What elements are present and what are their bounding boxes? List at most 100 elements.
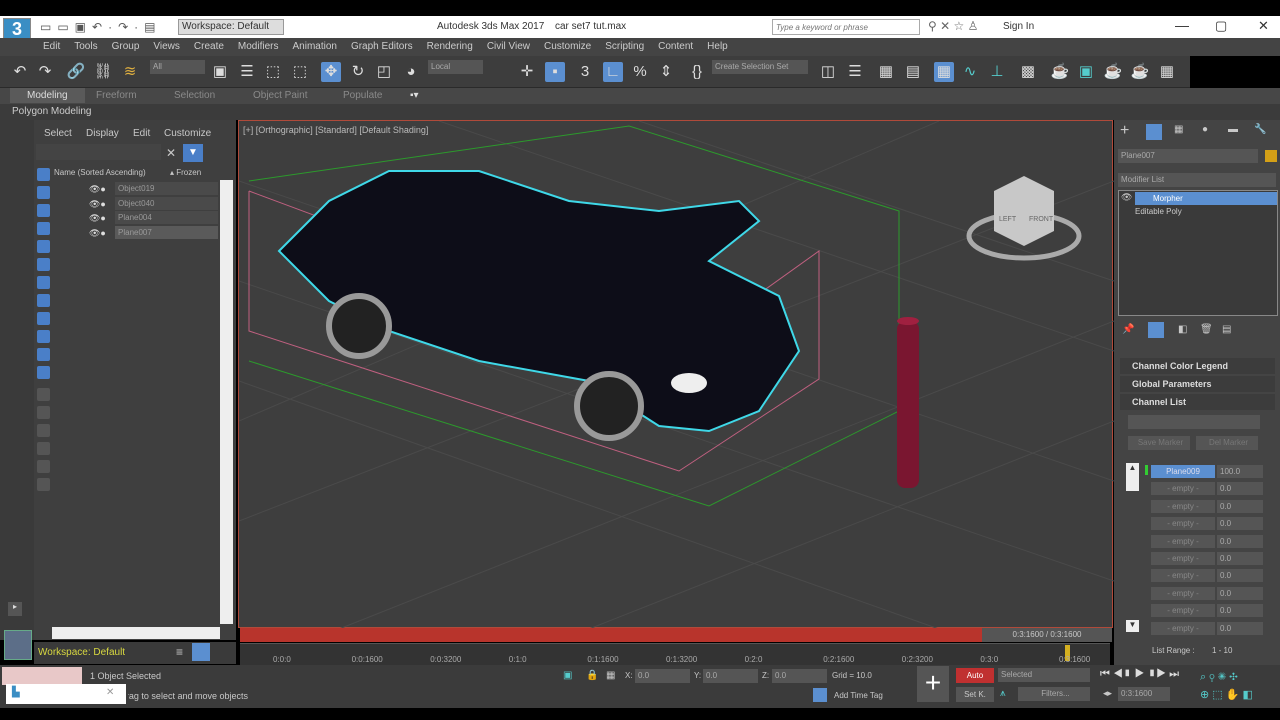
add-time-tag-button[interactable]: Add Time Tag (834, 691, 883, 700)
explorer-menu-display[interactable]: Display (86, 128, 119, 139)
material-editor-icon[interactable]: ▩ (1018, 62, 1038, 82)
select-by-name-icon[interactable]: ☰ (237, 62, 257, 82)
display-hidden-icon[interactable] (37, 366, 50, 379)
create-tab-icon[interactable]: + (1120, 122, 1129, 140)
maximize-button[interactable]: ▢ (1215, 18, 1227, 34)
panel-toggle-icon[interactable]: ▸ (8, 602, 22, 616)
curve-editor-icon[interactable]: ∿ (960, 62, 980, 82)
key-mode-icon[interactable]: ⩚ (1000, 688, 1006, 699)
popup-close-icon[interactable]: ✕ (106, 687, 114, 698)
explorer-horizontal-scrollbar[interactable] (52, 627, 220, 639)
reference-coord-dropdown[interactable]: Local (428, 60, 483, 74)
ribbon-toggle-icon[interactable]: ▦ (934, 62, 954, 82)
menu-help[interactable]: Help (700, 38, 735, 55)
modify-tab-icon[interactable] (1146, 124, 1162, 140)
make-unique-icon[interactable]: ◧ (1178, 324, 1187, 335)
list-item-selected[interactable]: Plane007 (115, 226, 218, 239)
stack-item-editable-poly[interactable]: Editable Poly (1135, 207, 1182, 216)
unlink-icon[interactable]: ⛓ (93, 62, 113, 82)
viewcube[interactable]: LEFT FRONT (966, 176, 1082, 261)
scene-explorer-icon[interactable]: ▦ (876, 62, 896, 82)
menu-animation[interactable]: Animation (285, 38, 343, 55)
sign-in-link[interactable]: Sign In (1003, 21, 1034, 32)
explorer-search-input[interactable] (36, 144, 161, 160)
rollout-channel-color-legend[interactable]: Channel Color Legend (1120, 358, 1275, 374)
display-tab-icon[interactable]: ▬ (1228, 124, 1238, 135)
show-end-result-icon[interactable] (1148, 322, 1164, 338)
absolute-mode-icon[interactable]: ▦ (606, 670, 615, 681)
channel-value-spinner[interactable]: 0.0 (1217, 534, 1263, 548)
tab-modeling[interactable]: Modeling (10, 88, 85, 103)
display-geometry-icon[interactable] (37, 168, 50, 181)
menu-group[interactable]: Group (105, 38, 147, 55)
channel-name-button[interactable]: - empty - (1151, 499, 1215, 513)
viewport-nav-icons[interactable]: ⌕ ⚲ ✺ ✣ ⊕ ⬚ ✋ ◧ (1200, 668, 1253, 704)
current-time-field[interactable]: 0:3:1600 (1118, 687, 1170, 701)
display-all-icon[interactable] (37, 388, 50, 401)
list-item[interactable]: Object019 (115, 182, 218, 195)
select-move-icon[interactable]: ✥ (321, 62, 341, 82)
auto-key-button[interactable]: Auto (956, 668, 994, 683)
column-name-header[interactable]: Name (Sorted Ascending) (54, 168, 146, 177)
menu-views[interactable]: Views (146, 38, 187, 55)
filter-icon[interactable]: ▼ (183, 144, 203, 162)
list-item[interactable]: Object040 (115, 197, 218, 210)
eye-icon[interactable]: 👁 (1121, 192, 1132, 203)
channel-value-spinner[interactable]: 0.0 (1217, 499, 1263, 513)
channel-scroll-up[interactable]: ▲ (1126, 463, 1139, 491)
rotate-icon[interactable]: ↻ (348, 62, 368, 82)
keyboard-shortcut-icon[interactable]: ▪ (545, 62, 565, 82)
ribbon-options-icon[interactable]: ▪▾ (410, 90, 419, 101)
display-xrefs-icon[interactable] (37, 294, 50, 307)
lock-selection-icon[interactable]: 🔒 (586, 670, 598, 681)
time-slider-readout[interactable]: 0:3:1600 / 0:3:1600 (982, 628, 1112, 642)
isolate-selection-icon[interactable]: ▣ (563, 670, 572, 681)
key-filter-dropdown[interactable]: Selected (998, 668, 1090, 682)
rect-selection-icon[interactable]: ⬚ (263, 62, 283, 82)
channel-value-spinner[interactable]: 0.0 (1217, 604, 1263, 618)
channel-name-button[interactable]: - empty - (1151, 586, 1215, 600)
explorer-menu-edit[interactable]: Edit (133, 128, 150, 139)
workspace-selector[interactable]: Workspace: Default (38, 647, 125, 658)
channel-value-spinner[interactable]: 0.0 (1217, 569, 1263, 583)
maxscript-listener[interactable] (2, 667, 82, 685)
menu-customize[interactable]: Customize (537, 38, 598, 55)
channel-name-button[interactable]: - empty - (1151, 621, 1215, 635)
configure-sets-icon[interactable]: ▤ (1222, 324, 1231, 335)
menu-rendering[interactable]: Rendering (420, 38, 480, 55)
display-shapes-icon[interactable] (37, 186, 50, 199)
close-button[interactable]: ✕ (1258, 18, 1269, 34)
viewport-thumb[interactable] (4, 630, 32, 660)
filters-button[interactable]: Filters... (1018, 687, 1090, 701)
undo-icon[interactable]: ↶ (10, 62, 30, 82)
display-filter-icon[interactable] (37, 460, 50, 473)
time-config-icon[interactable]: ◂▸ (1103, 688, 1112, 699)
layers-icon[interactable]: ≡ (176, 645, 183, 659)
channel-name-button[interactable]: Plane009 (1151, 465, 1215, 478)
display-bones-icon[interactable] (37, 312, 50, 325)
help-icons[interactable]: ⚲ ✕ ☆ ♙ (928, 19, 978, 33)
display-none-icon[interactable] (37, 406, 50, 419)
search-input[interactable] (772, 19, 920, 35)
workspace-dropdown[interactable]: Workspace: Default (178, 19, 284, 35)
channel-value-spinner[interactable]: 0.0 (1217, 552, 1263, 565)
percent-snap-icon[interactable]: % (630, 62, 650, 82)
explorer-menu-customize[interactable]: Customize (164, 128, 211, 139)
object-name-field[interactable]: Plane007 (1118, 149, 1258, 163)
menu-tools[interactable]: Tools (67, 38, 104, 55)
placement-icon[interactable]: ◕ (401, 62, 421, 82)
pivot-center-icon[interactable]: ✛ (517, 62, 537, 82)
selection-filter-dropdown[interactable]: All (150, 60, 205, 74)
menu-content[interactable]: Content (651, 38, 700, 55)
time-slider[interactable] (240, 628, 982, 642)
remove-modifier-icon[interactable]: 🗑 (1200, 324, 1213, 335)
viewport-orthographic[interactable]: LEFT FRONT [+] [Orthographic] [Standard]… (238, 120, 1115, 630)
rollout-channel-list[interactable]: Channel List (1120, 394, 1275, 410)
visibility-icons[interactable]: 👁● 👁● 👁● 👁● (89, 182, 106, 240)
menu-create[interactable]: Create (187, 38, 231, 55)
create-selection-set-dropdown[interactable]: Create Selection Set (712, 60, 808, 74)
channel-value-spinner[interactable]: 100.0 (1217, 465, 1263, 478)
tab-selection[interactable]: Selection (174, 90, 215, 101)
bind-space-warp-icon[interactable]: ≋ (120, 62, 140, 82)
select-object-icon[interactable]: ▣ (210, 62, 230, 82)
